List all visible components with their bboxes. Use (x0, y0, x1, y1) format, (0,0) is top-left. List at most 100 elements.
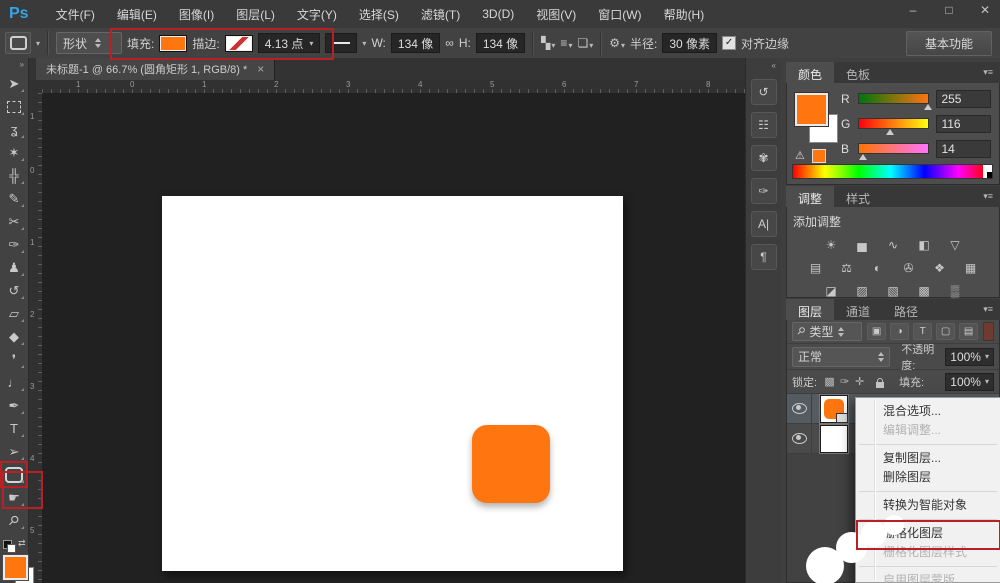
brightness-contrast-icon[interactable]: ☀ (820, 237, 842, 253)
foreground-color-swatch[interactable] (795, 93, 828, 126)
menu-item-edit-adjustment[interactable]: 编辑调整... (856, 421, 1000, 440)
layer-visibility-toggle[interactable] (787, 394, 812, 423)
slider-thumb[interactable] (886, 129, 894, 135)
menubar-item[interactable]: 帮助(H) (653, 6, 716, 23)
workspace-switcher-button[interactable]: 基本功能 (906, 31, 992, 56)
vibrance-icon[interactable]: ▽ (944, 237, 966, 253)
menu-item-duplicate-layer[interactable]: 复制图层... (856, 449, 1000, 468)
color-spectrum-bar[interactable] (792, 164, 993, 179)
close-button[interactable]: ✕ (978, 3, 992, 17)
lasso-tool[interactable]: ʓ (2, 118, 26, 141)
menubar-item[interactable]: 视图(V) (525, 6, 587, 23)
close-tab-icon[interactable]: × (257, 62, 264, 76)
stroke-width-input[interactable]: 4.13 点 ▾ (258, 33, 321, 53)
default-colors-control[interactable]: ⇄ (3, 540, 21, 552)
type-tool[interactable]: T (2, 417, 26, 440)
minimize-button[interactable]: – (906, 3, 920, 17)
rounded-rect-tool[interactable] (2, 463, 26, 486)
pen-tool[interactable]: ✒ (2, 394, 26, 417)
lock-transparency-icon[interactable]: ▩ (822, 375, 837, 388)
filter-type-select[interactable]: ⚲ 类型 (792, 322, 862, 341)
width-input[interactable]: 134 像 (391, 33, 440, 53)
menubar-item[interactable]: 文件(F) (45, 6, 106, 23)
paragraph-panel-icon[interactable]: ¶ (751, 244, 777, 270)
marquee-tool[interactable] (2, 95, 26, 118)
stroke-color-swatch[interactable] (225, 35, 253, 52)
dock-collapse-icon[interactable]: « (746, 58, 781, 72)
stroke-style-select[interactable] (325, 33, 357, 53)
magic-wand-tool[interactable]: ✶ (2, 141, 26, 164)
menubar-item[interactable]: 编辑(E) (106, 6, 168, 23)
smart-object-filter-icon[interactable]: ▤ (959, 323, 978, 340)
hand-tool[interactable]: ☛ (2, 486, 26, 509)
path-alignment-button[interactable]: ≡▾ (560, 36, 572, 50)
patch-tool[interactable]: ✂ (2, 210, 26, 233)
tool-mode-select[interactable]: 形状 (56, 32, 122, 54)
channel-slider-track[interactable] (858, 93, 930, 104)
blend-mode-select[interactable]: 正常 (792, 347, 890, 367)
tab-layers[interactable]: 图层 (786, 299, 834, 320)
toolbar-collapse-icon[interactable]: » (20, 60, 24, 69)
menubar-item[interactable]: 图层(L) (225, 6, 286, 23)
menubar-item[interactable]: 文字(Y) (286, 6, 348, 23)
dodge-tool[interactable]: ♩ (2, 371, 26, 394)
exposure-icon[interactable]: ◧ (913, 237, 935, 253)
lock-pixels-icon[interactable]: ✑ (837, 375, 852, 388)
fill-opacity-input[interactable]: 100% ▾ (945, 373, 994, 391)
invert-icon[interactable]: ◪ (820, 283, 842, 299)
path-operations-button[interactable]: ▚▾ (541, 36, 555, 50)
menubar-item[interactable]: 窗口(W) (587, 6, 652, 23)
menu-item-delete-layer[interactable]: 删除图层 (856, 468, 1000, 487)
hue-saturation-icon[interactable]: ▤ (805, 260, 827, 276)
menubar-item[interactable]: 滤镜(T) (410, 6, 471, 23)
slider-thumb[interactable] (859, 154, 867, 160)
channel-slider-track[interactable] (858, 118, 930, 129)
panel-menu-icon[interactable]: ▾≡ (983, 62, 1000, 83)
brush-presets-panel-icon[interactable]: ✾ (751, 145, 777, 171)
filter-toggle-switch[interactable] (983, 322, 994, 341)
brush-panel-icon[interactable]: ✑ (751, 178, 777, 204)
menubar-item[interactable]: 图像(I) (168, 6, 225, 23)
link-dimensions-icon[interactable]: ∞ (445, 36, 454, 50)
channel-value-input[interactable]: 116 (936, 115, 991, 133)
move-tool[interactable]: ➤ (2, 72, 26, 95)
radius-input[interactable]: 30 像素 (662, 33, 717, 53)
channel-slider-track[interactable] (858, 143, 930, 154)
history-panel-icon[interactable]: ↺ (751, 79, 777, 105)
crop-tool[interactable]: ╬ (2, 164, 26, 187)
history-brush-tool[interactable]: ↺ (2, 279, 26, 302)
pasteboard[interactable] (42, 93, 745, 583)
brush-tool[interactable]: ✑ (2, 233, 26, 256)
color-lookup-icon[interactable]: ▦ (960, 260, 982, 276)
tool-preset-caret-icon[interactable]: ▾ (36, 39, 40, 48)
character-panel-icon[interactable]: A| (751, 211, 777, 237)
geometry-options-button[interactable]: ⚙▾ (609, 36, 625, 50)
orange-rounded-rectangle[interactable] (472, 425, 550, 503)
menubar-item[interactable]: 3D(D) (471, 7, 525, 21)
shape-layer-filter-icon[interactable]: ▢ (936, 323, 955, 340)
paint-bucket-tool[interactable]: ◆ (2, 325, 26, 348)
menu-item-blending-options[interactable]: 混合选项... (856, 402, 1000, 421)
tab-channels[interactable]: 通道 (834, 299, 882, 320)
chevron-down-icon[interactable]: ▾ (362, 39, 366, 48)
properties-panel-icon[interactable]: ☷ (751, 112, 777, 138)
panel-menu-icon[interactable]: ▾≡ (983, 299, 1000, 320)
posterize-icon[interactable]: ▨ (851, 283, 873, 299)
channel-mixer-icon[interactable]: ❖ (929, 260, 951, 276)
zoom-tool[interactable]: ⚲ (2, 509, 26, 532)
color-balance-icon[interactable]: ⚖ (836, 260, 858, 276)
gradient-map-icon[interactable]: ▒ (944, 283, 966, 299)
height-input[interactable]: 134 像 (476, 33, 525, 53)
document-tab[interactable]: 未标题-1 @ 66.7% (圆角矩形 1, RGB/8) * × (36, 58, 275, 80)
layer-visibility-toggle[interactable] (787, 424, 812, 453)
levels-icon[interactable]: ▅ (851, 237, 873, 253)
maximize-button[interactable]: □ (942, 3, 956, 17)
align-edges-checkbox[interactable]: ✓ (722, 36, 736, 50)
tab-paths[interactable]: 路径 (882, 299, 930, 320)
panel-menu-icon[interactable]: ▾≡ (983, 186, 1000, 207)
selective-color-icon[interactable]: ▩ (913, 283, 935, 299)
eyedropper-tool[interactable]: ✎ (2, 187, 26, 210)
menu-item-convert-to-smart-object[interactable]: 转换为智能对象 (856, 496, 1000, 515)
eraser-tool[interactable]: ▱ (2, 302, 26, 325)
gamut-color-swatch[interactable] (812, 149, 826, 163)
